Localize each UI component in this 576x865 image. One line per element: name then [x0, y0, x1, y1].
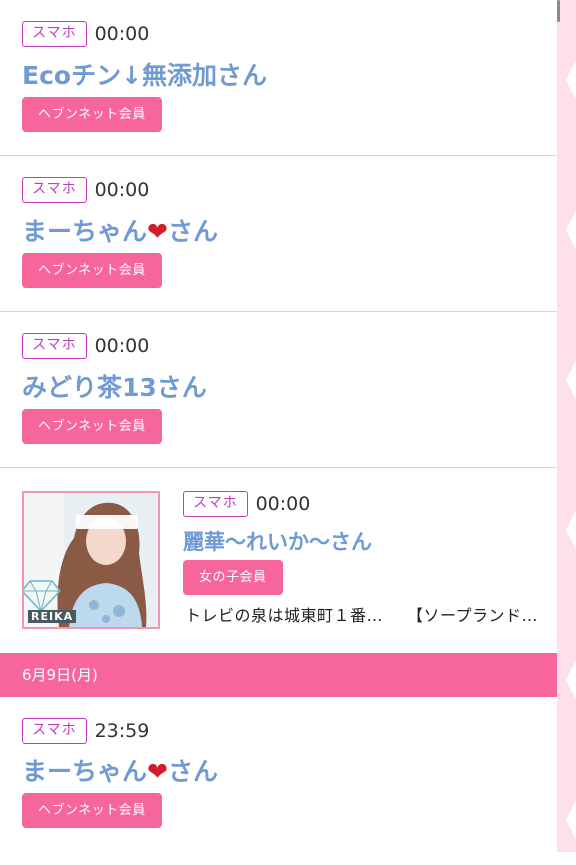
shop-category: 【ソープランド…: [407, 606, 539, 625]
list-item[interactable]: スマホ 00:00 まーちゃん❤さん ヘブンネット会員: [0, 156, 557, 312]
photo-caption: REIKA: [28, 610, 77, 623]
rail-chevron: [566, 510, 576, 550]
heart-icon: ❤: [147, 217, 168, 246]
member-badge: 女の子会員: [183, 560, 283, 595]
scrollbar-thumb[interactable]: [557, 0, 560, 22]
profile-photo-image: [24, 493, 158, 627]
device-time-row: スマホ 00:00: [22, 21, 149, 47]
member-badge: ヘブンネット会員: [22, 793, 162, 828]
profile-photo[interactable]: REIKA: [22, 491, 160, 629]
list-item[interactable]: スマホ 23:59 まーちゃん❤さん ヘブンネット会員: [0, 710, 557, 865]
device-tag: スマホ: [22, 177, 87, 203]
member-badge: ヘブンネット会員: [22, 409, 162, 444]
shop-info[interactable]: トレビの泉は城東町１番… 【ソープランド…: [185, 602, 555, 626]
section-gap: [0, 697, 557, 710]
list-item[interactable]: スマホ 00:00 みどり茶13さん ヘブンネット会員: [0, 312, 557, 468]
heart-icon: ❤: [147, 757, 168, 786]
member-badge: ヘブンネット会員: [22, 253, 162, 288]
device-tag: スマホ: [183, 491, 248, 517]
rail-chevron: [566, 660, 576, 700]
visit-time: 00:00: [94, 179, 150, 201]
visitor-name[interactable]: Ecoチン↓無添加さん: [22, 56, 267, 92]
device-time-row: スマホ 23:59: [22, 718, 149, 744]
list-item-with-photo[interactable]: REIKA スマホ 00:00 麗華〜れいか〜さん 女の子会員 トレビの泉は城東…: [0, 468, 557, 653]
shop-location: トレビの泉は城東町１番…: [185, 606, 384, 625]
rail-chevron: [566, 800, 576, 840]
visitor-name-text: まーちゃん: [22, 757, 148, 786]
visitor-list: スマホ 00:00 Ecoチン↓無添加さん ヘブンネット会員 スマホ 00:00…: [0, 0, 557, 865]
device-tag: スマホ: [22, 21, 87, 47]
visitor-name-text: まーちゃん: [22, 217, 148, 246]
device-time-row: スマホ 00:00: [22, 333, 149, 359]
visit-time: 00:00: [94, 335, 150, 357]
device-time-row: スマホ 00:00: [183, 491, 310, 517]
member-badge: ヘブンネット会員: [22, 97, 162, 132]
visitor-name[interactable]: みどり茶13さん: [22, 368, 207, 404]
visit-time: 00:00: [94, 23, 150, 45]
visitor-name-suffix: さん: [167, 217, 218, 246]
list-item[interactable]: スマホ 00:00 Ecoチン↓無添加さん ヘブンネット会員: [0, 0, 557, 156]
device-time-row: スマホ 00:00: [22, 177, 149, 203]
visit-time: 23:59: [94, 720, 150, 742]
rail-chevron: [566, 60, 576, 100]
side-decoration-rail: [557, 0, 576, 852]
visitor-name[interactable]: まーちゃん❤さん: [22, 752, 218, 788]
rail-chevron: [566, 360, 576, 400]
device-tag: スマホ: [22, 333, 87, 359]
visitor-name-suffix: さん: [167, 757, 218, 786]
visit-time: 00:00: [255, 493, 311, 515]
device-tag: スマホ: [22, 718, 87, 744]
rail-chevron: [566, 210, 576, 250]
visitor-name[interactable]: まーちゃん❤さん: [22, 212, 218, 248]
date-header: 6月9日(月): [0, 653, 557, 697]
visitor-name[interactable]: 麗華〜れいか〜さん: [183, 526, 372, 556]
